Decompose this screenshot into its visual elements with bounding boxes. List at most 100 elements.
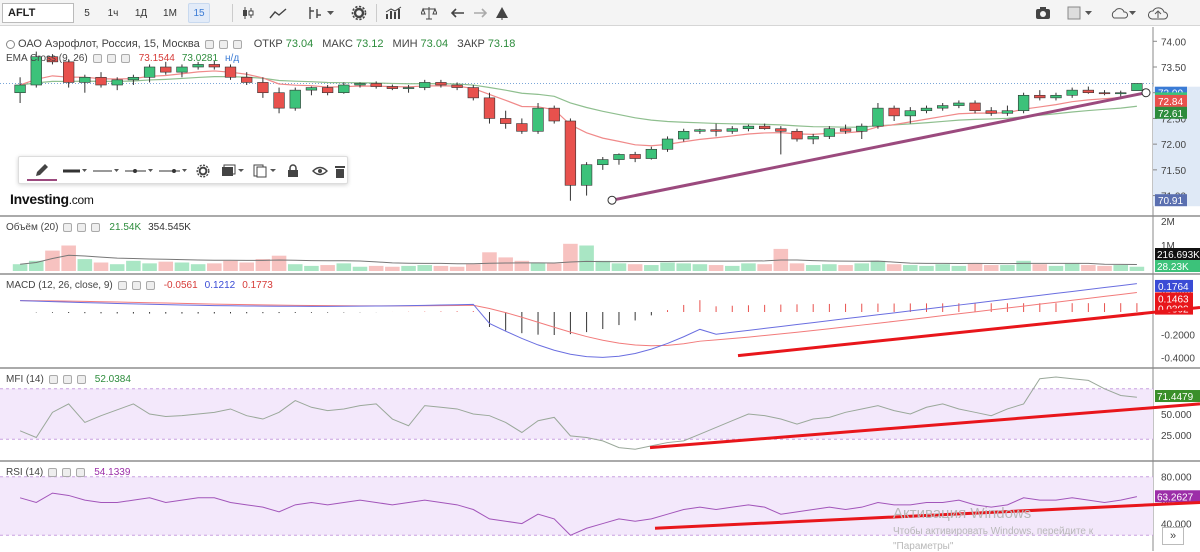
line-start-icon[interactable] [123,161,155,181]
candle-body [402,87,415,89]
hide-mini-icon[interactable] [62,468,72,477]
settings-mini-icon[interactable] [63,223,73,232]
redo-icon[interactable] [470,3,490,23]
line-style-icon[interactable] [91,161,121,181]
close-mini-icon[interactable] [120,54,130,63]
candle-body [613,154,625,160]
top-toolbar: AFLT 5 1ч 1Д 1М 15 [0,0,1200,26]
bar-compare-icon[interactable] [382,3,406,23]
rsi-value: 54.1339 [94,467,131,478]
lock-icon[interactable] [283,161,303,181]
candle-body [742,125,755,130]
candle-body [629,154,641,159]
volume-tick-label: 2M [1161,217,1175,228]
color-square-icon[interactable] [1064,3,1096,23]
candle-body [597,159,609,166]
template-icon[interactable] [219,161,247,181]
candle-body [305,87,318,91]
interval-1h[interactable]: 1ч [102,3,124,23]
hide-mini-icon[interactable] [77,223,87,232]
alert-icon[interactable] [492,3,512,23]
close-mini-icon[interactable] [91,223,101,232]
candle-body [548,107,560,122]
logo-brand: Investing [10,191,69,207]
interval-1m[interactable]: 1М [158,3,182,23]
cloud-upload-icon[interactable] [1146,3,1170,23]
ohlc-high-label: МАКС [322,38,353,50]
candle-body [645,148,657,159]
ohlc-close-value: 73.18 [487,38,516,50]
volume-bar [1032,264,1048,271]
candle-body [289,89,301,109]
candle-body [370,83,382,87]
close-mini-icon[interactable] [76,375,86,384]
balance-icon[interactable] [418,3,440,23]
volume-bar [190,264,206,271]
candle-body [208,64,220,68]
price-tick-label: 74.00 [1161,37,1186,48]
ohlc-low-label: МИН [392,38,418,50]
cloud-icon[interactable] [1108,3,1138,23]
volume-bar [983,265,999,271]
mfi-tick-label: 25.000 [1161,431,1192,442]
volume-bar [320,265,335,271]
interval-15[interactable]: 15 [188,3,210,23]
trend-handle-end [1141,88,1151,98]
line-chart-icon[interactable] [266,3,290,23]
candle-body [483,97,496,119]
hide-mini-icon[interactable] [62,375,72,384]
visibility-icon[interactable] [309,161,331,181]
candle-body [143,66,156,78]
hide-mini-icon[interactable] [106,54,116,63]
settings-mini-icon[interactable] [92,54,102,63]
settings-icon[interactable] [191,161,215,181]
interval-5[interactable]: 5 [78,3,96,23]
settings-mini-icon[interactable] [117,281,127,290]
volume-bar [1113,265,1129,271]
hide-mini-icon[interactable] [131,281,141,290]
candle-body [354,83,366,86]
undo-icon[interactable] [448,3,468,23]
settings-mini-icon[interactable] [48,468,58,477]
volume-bar [611,263,627,271]
scroll-to-end-button[interactable]: » [1162,527,1184,545]
settings-mini-icon[interactable] [204,39,214,49]
volume-bar [304,265,319,271]
close-mini-icon[interactable] [232,39,242,49]
camera-icon[interactable] [1032,3,1054,23]
line-width-icon[interactable] [61,161,89,181]
ema-legend: EMA Cross (9, 26) 73.1544 73.0281 н/д [6,53,239,64]
interval-1d[interactable]: 1Д [130,3,152,23]
settings-icon[interactable] [348,3,370,23]
candle-body [176,66,188,73]
volume-bar [1048,265,1064,271]
close-mini-icon[interactable] [76,468,86,477]
candle-body [791,130,803,140]
ema-value-2: 73.0281 [181,53,219,64]
volume-bar [174,262,190,271]
volume-bar [708,265,724,271]
symbol-input[interactable]: AFLT [2,3,74,23]
volume-bar [854,263,870,271]
candle-body [694,129,706,132]
candle-body [856,125,868,132]
volume-bar [109,264,125,271]
hide-mini-icon[interactable] [218,39,228,49]
collapse-icon[interactable] [6,39,15,49]
clone-icon[interactable] [251,161,279,181]
macd-signal-line [20,292,1137,347]
mfi-last-label: 71.4479 [1157,392,1194,403]
mfi-band [0,388,1153,440]
line-end-icon[interactable] [157,161,189,181]
candle-body [241,76,253,83]
delete-icon[interactable] [331,161,349,181]
close-mini-icon[interactable] [145,281,155,290]
volume-bar [417,265,433,271]
pencil-icon[interactable] [27,161,57,181]
settings-mini-icon[interactable] [48,375,58,384]
volume-value-2: 354.545K [148,222,191,233]
candle-body [1131,83,1143,91]
chevron-down-icon[interactable] [324,3,336,23]
candles-icon[interactable] [238,3,258,23]
macd-last-label: 0.1764 [1158,282,1189,293]
